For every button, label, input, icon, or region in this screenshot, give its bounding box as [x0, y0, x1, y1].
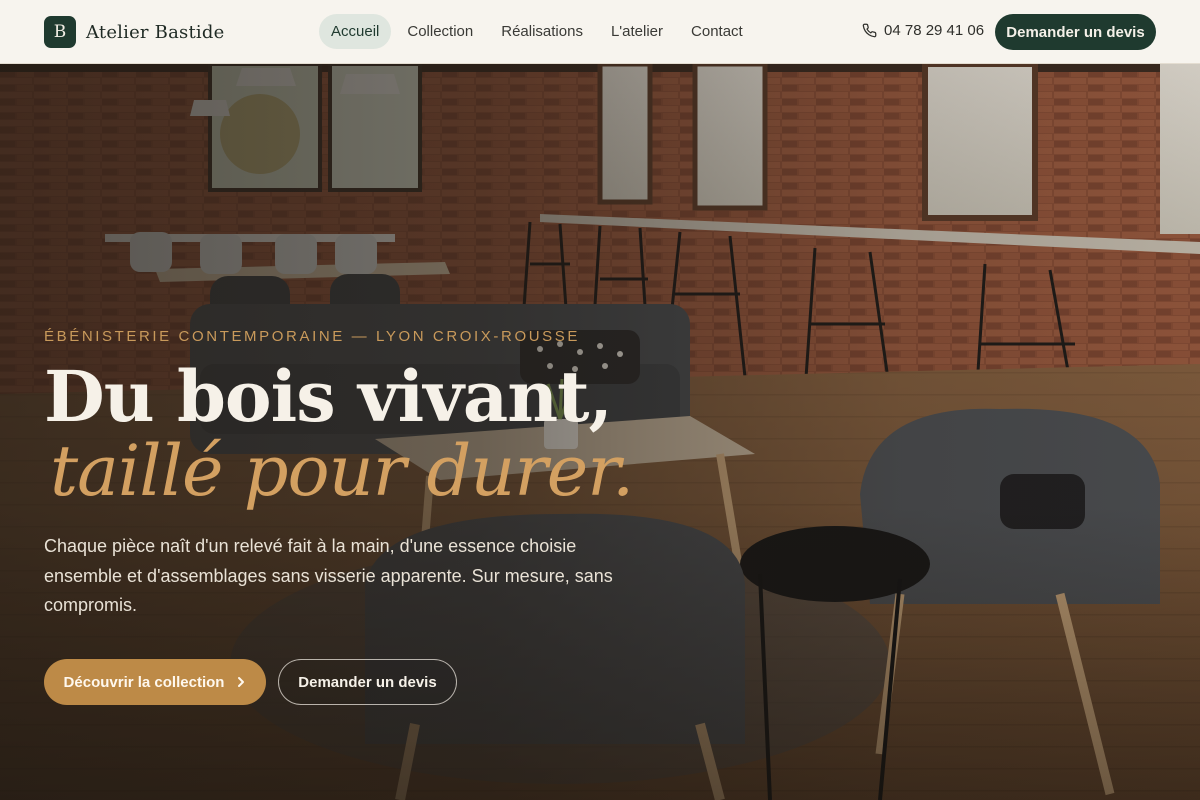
brand-name: Atelier Bastide [86, 21, 225, 43]
phone-icon [862, 23, 877, 38]
discover-collection-button[interactable]: Découvrir la collection [44, 659, 266, 705]
brand-mark: B [44, 16, 76, 48]
header-quote-button[interactable]: Demander un devis [995, 14, 1156, 50]
hero-section: ÉBÉNISTERIE CONTEMPORAINE — LYON CROIX-R… [0, 64, 1200, 800]
brand-logo[interactable]: B Atelier Bastide [44, 16, 224, 48]
nav-item-realisations[interactable]: Réalisations [489, 14, 595, 49]
site-header: B Atelier Bastide Accueil Collection Réa… [0, 0, 1200, 64]
nav-item-collection[interactable]: Collection [395, 14, 485, 49]
nav-item-atelier[interactable]: L'atelier [599, 14, 675, 49]
hero-title: Du bois vivant, [44, 355, 613, 438]
main-nav: Accueil Collection Réalisations L'atelie… [319, 14, 755, 49]
hero-quote-button[interactable]: Demander un devis [278, 659, 457, 705]
phone-link[interactable]: 04 78 29 41 06 [862, 22, 984, 39]
nav-item-accueil[interactable]: Accueil [319, 14, 392, 49]
hero-lead: Chaque pièce naît d'un relevé fait à la … [44, 536, 613, 615]
phone-number: 04 78 29 41 06 [884, 22, 985, 39]
hero-eyebrow: ÉBÉNISTERIE CONTEMPORAINE — LYON CROIX-R… [44, 328, 580, 345]
chevron-right-icon [238, 677, 245, 687]
nav-item-contact[interactable]: Contact [679, 14, 755, 49]
hero-title-accent: taillé pour durer. [50, 430, 634, 512]
discover-collection-label: Découvrir la collection [63, 673, 225, 691]
